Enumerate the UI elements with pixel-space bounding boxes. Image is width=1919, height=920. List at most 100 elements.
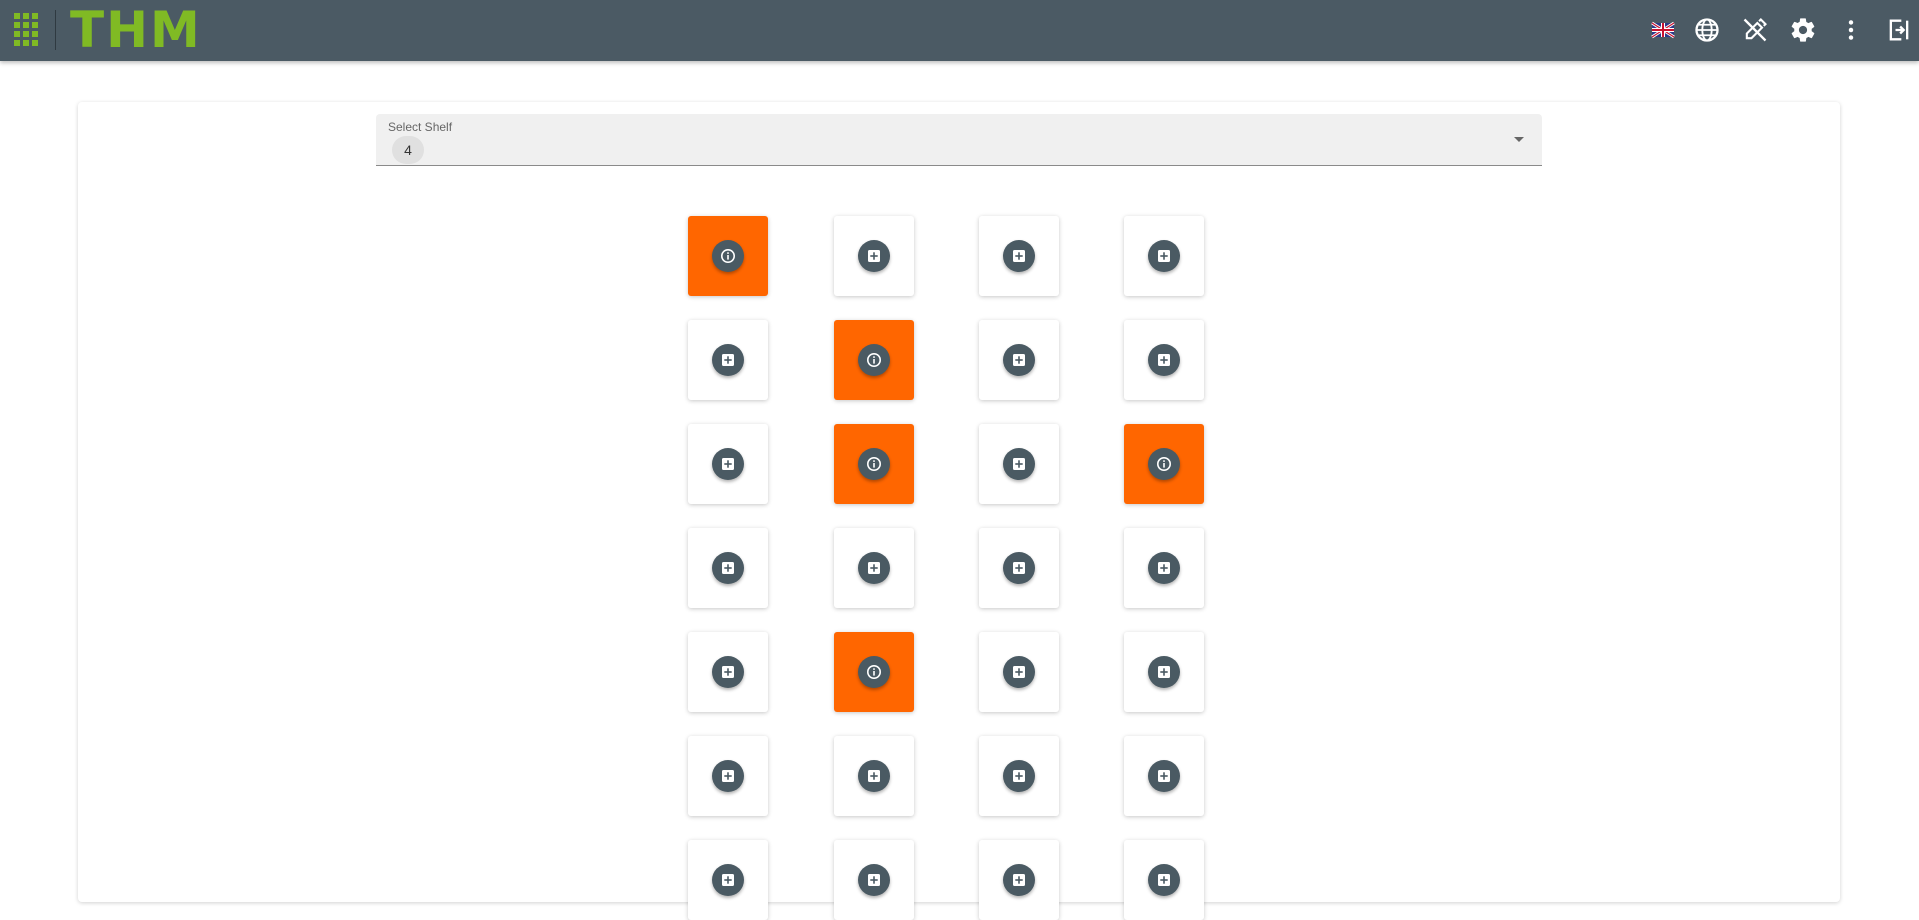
shelf-slot-empty[interactable] (979, 320, 1059, 400)
add-box-icon (1158, 250, 1170, 262)
shelf-slot-empty[interactable] (688, 840, 768, 920)
info-icon (867, 665, 881, 679)
shelf-slot-empty[interactable] (688, 528, 768, 608)
info-icon (721, 249, 735, 263)
shelf-slot-occupied[interactable] (834, 632, 914, 712)
shelf-slot-occupied[interactable] (834, 424, 914, 504)
slot-add-button[interactable] (712, 344, 744, 376)
shelf-slot-empty[interactable] (688, 424, 768, 504)
slot-add-button[interactable] (1148, 240, 1180, 272)
shelf-slot-empty[interactable] (1124, 216, 1204, 296)
shelf-card (78, 102, 1840, 902)
language-button[interactable] (1693, 16, 1721, 44)
shelf-slot-occupied[interactable] (688, 216, 768, 296)
slot-info-button[interactable] (712, 240, 744, 272)
slot-info-button[interactable] (1148, 448, 1180, 480)
add-box-icon (722, 562, 734, 574)
shelf-slot-empty[interactable] (688, 736, 768, 816)
info-icon (867, 457, 881, 471)
top-app-bar: THM (0, 0, 1919, 61)
shelf-slot-empty[interactable] (834, 736, 914, 816)
slot-info-button[interactable] (858, 344, 890, 376)
add-box-icon (1158, 562, 1170, 574)
slot-add-button[interactable] (1003, 760, 1035, 792)
slot-add-button[interactable] (858, 240, 890, 272)
shelf-slot-empty[interactable] (1124, 840, 1204, 920)
add-box-icon (868, 874, 880, 886)
shelf-slot-empty[interactable] (979, 840, 1059, 920)
shelf-slot-empty[interactable] (979, 736, 1059, 816)
shelf-slot-empty[interactable] (1124, 736, 1204, 816)
edit-off-icon (1743, 18, 1767, 42)
slot-add-button[interactable] (858, 760, 890, 792)
shelf-select[interactable]: Select Shelf 4 (376, 114, 1542, 166)
slot-add-button[interactable] (1003, 552, 1035, 584)
globe-icon (1695, 18, 1719, 42)
apps-grid-button[interactable] (12, 10, 44, 50)
shelf-slot-empty[interactable] (834, 840, 914, 920)
shelf-slot-occupied[interactable] (834, 320, 914, 400)
add-box-icon (1158, 354, 1170, 366)
slot-info-button[interactable] (858, 656, 890, 688)
slot-info-button[interactable] (858, 448, 890, 480)
more-options-button[interactable] (1837, 16, 1865, 44)
edit-mode-toggle[interactable] (1741, 16, 1769, 44)
info-icon (1157, 457, 1171, 471)
slot-add-button[interactable] (712, 552, 744, 584)
add-box-icon (1158, 770, 1170, 782)
dropdown-arrow-icon (1514, 137, 1524, 142)
shelf-slot-empty[interactable] (1124, 528, 1204, 608)
settings-button[interactable] (1789, 16, 1817, 44)
add-box-icon (722, 354, 734, 366)
shelf-slot-empty[interactable] (979, 528, 1059, 608)
shelf-select-label: Select Shelf (388, 120, 453, 134)
add-box-icon (1158, 666, 1170, 678)
logout-icon (1889, 19, 1909, 41)
shelf-slot-empty[interactable] (1124, 632, 1204, 712)
add-box-icon (722, 458, 734, 470)
add-box-icon (722, 666, 734, 678)
add-box-icon (868, 250, 880, 262)
add-box-icon (722, 770, 734, 782)
shelf-slot-empty[interactable] (834, 528, 914, 608)
app-logo[interactable]: THM (70, 2, 202, 58)
slot-add-button[interactable] (1003, 344, 1035, 376)
add-box-icon (1158, 874, 1170, 886)
slot-add-button[interactable] (858, 552, 890, 584)
slot-add-button[interactable] (1003, 656, 1035, 688)
slot-add-button[interactable] (712, 448, 744, 480)
slot-add-button[interactable] (712, 760, 744, 792)
slot-add-button[interactable] (1148, 760, 1180, 792)
slot-add-button[interactable] (1148, 552, 1180, 584)
slot-add-button[interactable] (1148, 344, 1180, 376)
shelf-slot-occupied[interactable] (1124, 424, 1204, 504)
shelf-select-value: 4 (392, 136, 424, 164)
slot-add-button[interactable] (1148, 864, 1180, 896)
shelf-slot-empty[interactable] (688, 320, 768, 400)
language-flag-button[interactable] (1649, 16, 1677, 44)
add-box-icon (1013, 770, 1025, 782)
shelf-slot-empty[interactable] (979, 424, 1059, 504)
add-box-icon (868, 562, 880, 574)
add-box-icon (1013, 458, 1025, 470)
slot-add-button[interactable] (1003, 240, 1035, 272)
settings-gear-icon (1791, 18, 1815, 42)
add-box-icon (1013, 354, 1025, 366)
uk-flag-icon (1651, 21, 1675, 39)
add-box-icon (1013, 666, 1025, 678)
shelf-slot-empty[interactable] (979, 216, 1059, 296)
shelf-slot-empty[interactable] (834, 216, 914, 296)
shelf-slot-empty[interactable] (1124, 320, 1204, 400)
slot-add-button[interactable] (1003, 864, 1035, 896)
logout-button[interactable] (1885, 16, 1913, 44)
slot-add-button[interactable] (1148, 656, 1180, 688)
shelf-slot-empty[interactable] (688, 632, 768, 712)
slot-add-button[interactable] (712, 864, 744, 896)
add-box-icon (868, 770, 880, 782)
slot-add-button[interactable] (712, 656, 744, 688)
apps-grid-icon (14, 13, 38, 46)
slot-add-button[interactable] (1003, 448, 1035, 480)
shelf-slot-empty[interactable] (979, 632, 1059, 712)
add-box-icon (722, 874, 734, 886)
slot-add-button[interactable] (858, 864, 890, 896)
